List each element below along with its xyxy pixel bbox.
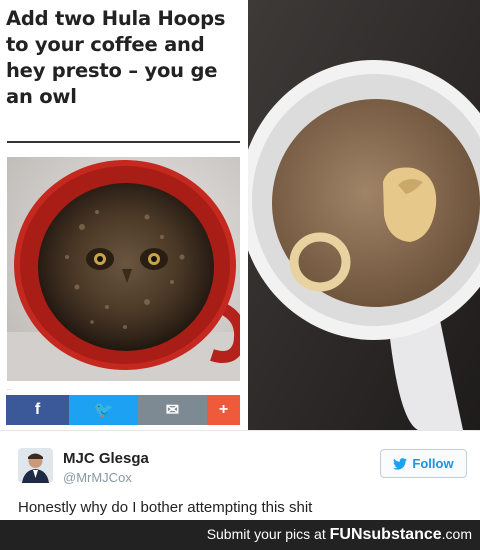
footer-text: Submit your pics at FUNsubstance.com — [207, 526, 472, 544]
follow-button[interactable]: Follow — [380, 449, 467, 478]
owl-coffee-photo — [7, 157, 240, 381]
handle[interactable]: @MrMJCox — [63, 470, 132, 485]
follow-label: Follow — [412, 456, 454, 471]
hula-hoops-coffee-photo — [248, 0, 480, 430]
article-heading: Add two Hula Hoops to your coffee and he… — [6, 7, 226, 108]
footer-suffix: .com — [441, 526, 472, 542]
twitter-share-button[interactable]: 🐦 — [69, 395, 138, 425]
more-share-button[interactable]: + — [207, 395, 240, 425]
avatar[interactable] — [18, 448, 53, 483]
tweet-card: MJC Glesga @MrMJCox Follow Honestly why … — [0, 430, 480, 521]
footer-prefix: Submit your pics at — [206, 526, 330, 542]
watermark-footer: Submit your pics at FUNsubstance.com — [0, 520, 480, 550]
twitter-bird-icon — [393, 457, 408, 470]
share-bar: f 🐦 ✉ + — [6, 395, 240, 425]
twitter-icon: 🐦 — [93, 402, 114, 419]
divider — [7, 141, 240, 143]
tiny-mark: ... — [7, 386, 13, 392]
facebook-icon: f — [34, 401, 41, 418]
email-icon: ✉ — [165, 402, 180, 419]
footer-brand: FUNsubstance — [329, 526, 442, 543]
tweet-text: Honestly why do I bother attempting this… — [18, 499, 313, 516]
display-name[interactable]: MJC Glesga — [63, 450, 149, 467]
email-share-button[interactable]: ✉ — [138, 395, 207, 425]
plus-icon: + — [218, 401, 229, 418]
facebook-share-button[interactable]: f — [6, 395, 69, 425]
article-screenshot: Add two Hula Hoops to your coffee and he… — [0, 0, 248, 430]
